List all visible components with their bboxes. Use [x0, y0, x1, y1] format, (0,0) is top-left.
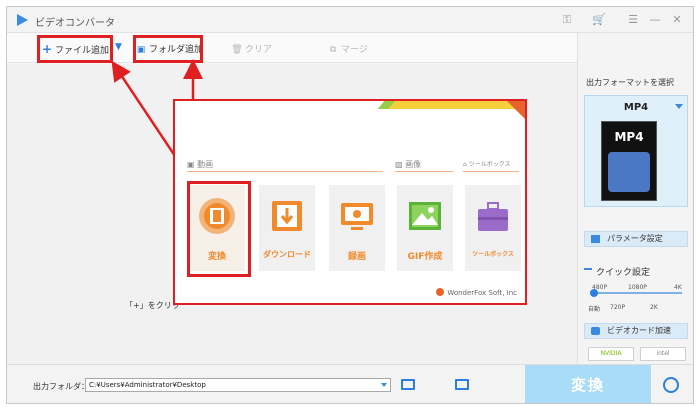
scale-1080p: 1080P [628, 284, 647, 291]
output-folder-label: 出力フォルダ： [33, 382, 89, 391]
download-tile-label: ダウンロード [263, 250, 311, 259]
quality-slider-knob[interactable] [590, 289, 598, 297]
image-icon [409, 202, 441, 230]
parameter-settings-button[interactable]: パラメータ設定 [584, 231, 688, 247]
download-icon [272, 201, 302, 231]
format-selector[interactable]: MP4 MP4 [584, 95, 688, 207]
section-toolbox-label: ツールボックス [468, 161, 511, 168]
parameter-settings-label: パラメータ設定 [607, 234, 663, 243]
format-name: MP4 [623, 102, 649, 113]
scale-720p: 720P [610, 304, 626, 311]
gif-tile-label: GIF作成 [407, 252, 443, 262]
intel-badge: intel [640, 347, 686, 361]
section-image-label: 画像 [405, 160, 422, 169]
section-video: ▣ 動画 [187, 159, 213, 170]
video-section-icon: ▣ [187, 160, 198, 169]
section-video-label: 動画 [197, 160, 214, 169]
browse-folder-icon[interactable] [401, 379, 415, 390]
image-section-icon: ▨ [395, 160, 406, 169]
quick-settings-icon [584, 268, 592, 270]
scale-4k: 4K [674, 284, 682, 291]
feature-panel: ▣ 動画 ▨ 画像 ⌂ ツールボックス 変換 ダウンロード 録画 GIF作成 ツ… [173, 99, 527, 305]
scale-2k: 2K [650, 304, 658, 311]
gpu-accel-button[interactable]: ビデオカード加速 [584, 323, 688, 339]
nvidia-badge: NVIDIA [588, 347, 634, 361]
sliders-icon [591, 235, 600, 243]
section-video-divider [187, 171, 383, 172]
screen-record-icon [341, 203, 373, 230]
bottom-bar: 出力フォルダ： C:¥Users¥Administrator¥Desktop 変… [7, 364, 693, 403]
output-format-title: 出力フォーマットを選択 [586, 78, 674, 87]
toolbox-tile[interactable]: ツールボックス [465, 185, 521, 271]
film-strip-icon [608, 152, 650, 192]
format-thumbnail: MP4 [601, 121, 657, 201]
gpu-accel-label: ビデオカード加速 [607, 326, 671, 335]
wonderfox-logo-icon [436, 288, 445, 296]
format-dropdown-icon [675, 104, 683, 109]
toolbox-tile-label: ツールボックス [472, 251, 514, 258]
quick-settings-label: クイック設定 [596, 268, 651, 278]
sidebar: 出力フォーマットを選択 MP4 MP4 パラメータ設定 クイック設定 480P … [577, 33, 693, 364]
record-tile-label: 録画 [347, 252, 366, 262]
record-tile[interactable]: 録画 [329, 185, 385, 271]
section-image: ▨ 画像 [395, 159, 421, 170]
thumbnail-format-text: MP4 [614, 130, 644, 144]
section-image-divider [395, 171, 453, 172]
toolbox-icon [478, 202, 508, 231]
chip-icon [591, 327, 600, 335]
alarm-clock-icon[interactable] [663, 377, 679, 393]
open-folder-icon[interactable] [455, 379, 469, 390]
quality-slider[interactable] [592, 292, 682, 294]
brand-footer: WonderFox Soft, Inc [436, 288, 517, 297]
section-toolbox: ⌂ ツールボックス [463, 159, 511, 168]
output-folder-dropdown-icon[interactable] [381, 383, 387, 387]
gif-tile[interactable]: GIF作成 [397, 185, 453, 271]
download-tile[interactable]: ダウンロード [259, 185, 315, 271]
output-folder-field[interactable]: C:¥Users¥Administrator¥Desktop [85, 378, 391, 392]
convert-button[interactable]: 変換 [525, 365, 651, 403]
scale-auto: 自動 [588, 306, 601, 313]
highlight-convert-tile [187, 181, 251, 277]
app-window: ビデオコンバータ ⚿ 🛒 ☰ — ✕ + ファイル追加 ▼ ▣ フォルダ追加 🗑 クリ… [6, 6, 694, 404]
decor-corner [505, 101, 525, 121]
brand-text: WonderFox Soft, Inc [447, 289, 517, 297]
output-folder-path: C:¥Users¥Administrator¥Desktop [89, 381, 206, 389]
section-toolbox-divider [463, 171, 519, 172]
